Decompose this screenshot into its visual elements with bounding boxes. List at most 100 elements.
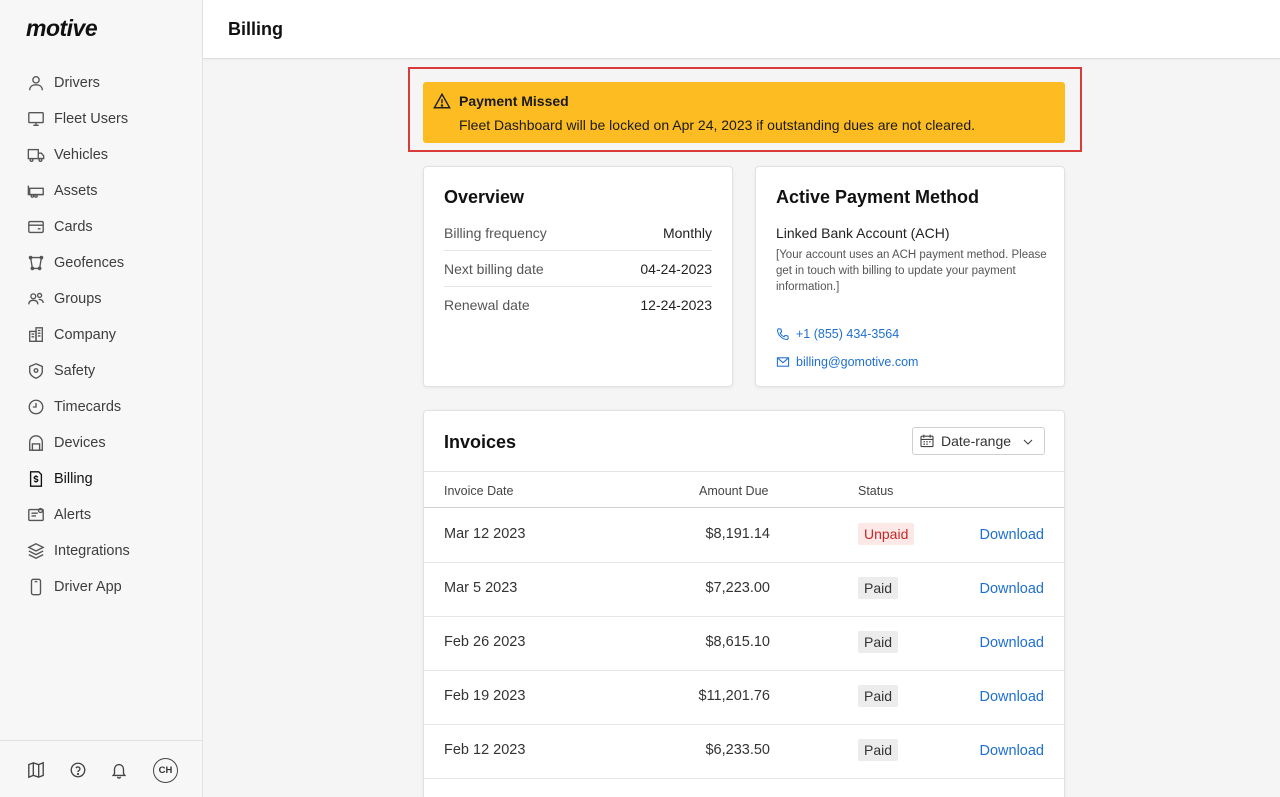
truck-icon [26, 145, 46, 165]
groups-icon [26, 289, 46, 309]
sidebar-item-assets[interactable]: Assets [0, 173, 203, 209]
map-icon[interactable] [26, 760, 46, 780]
sidebar-item-label: Drivers [54, 75, 100, 91]
sidebar-item-billing[interactable]: Billing [0, 461, 203, 497]
sidebar: motive Drivers Fleet Users Vehicles Asse… [0, 0, 203, 797]
motive-logo[interactable]: motive [26, 15, 98, 42]
calendar-icon [920, 434, 934, 448]
overview-row: Billing frequency Monthly [444, 215, 712, 251]
invoice-amount: $6,233.50 [705, 742, 770, 758]
download-link[interactable]: Download [980, 635, 1045, 651]
building-icon [26, 325, 46, 345]
overview-row: Renewal date 12-24-2023 [444, 287, 712, 323]
overview-row-value: Monthly [662, 225, 712, 241]
sidebar-item-label: Alerts [54, 507, 92, 523]
table-row: Feb 26 2023 $8,615.10 Paid Download [424, 617, 1064, 671]
overview-row: Next billing date 04-24-2023 [444, 251, 712, 287]
download-link[interactable]: Download [980, 581, 1045, 597]
download-link[interactable]: Download [980, 743, 1045, 759]
download-link[interactable]: Download [980, 689, 1045, 705]
payment-method-description: [Your account uses an ACH payment method… [776, 249, 1047, 293]
overview-row-value: 12-24-2023 [640, 297, 712, 313]
status-badge: Unpaid [858, 523, 915, 545]
billing-phone: +1 (855) 434-3564 [796, 327, 900, 341]
column-header-status[interactable]: Status [858, 484, 893, 498]
sidebar-item-label: Billing [54, 471, 93, 487]
table-row: Mar 5 2023 $7,223.00 Paid Download [424, 563, 1064, 617]
billing-email: billing@gomotive.com [796, 355, 919, 369]
invoices-card: Invoices Date-range Invoice Date Amount … [423, 410, 1065, 797]
sidebar-item-label: Groups [54, 291, 102, 307]
sidebar-item-timecards[interactable]: Timecards [0, 389, 203, 425]
billing-email-link[interactable]: billing@gomotive.com [776, 355, 918, 369]
sidebar-item-fleet-users[interactable]: Fleet Users [0, 101, 203, 137]
invoice-date: Mar 12 2023 [444, 526, 526, 542]
sidebar-item-geofences[interactable]: Geofences [0, 245, 203, 281]
overview-row-label: Billing frequency [444, 225, 547, 241]
payment-method-card: Active Payment Method Linked Bank Accoun… [755, 166, 1065, 387]
status-badge: Paid [858, 577, 899, 599]
invoice-amount: $11,201.76 [698, 688, 771, 704]
sidebar-item-safety[interactable]: Safety [0, 353, 203, 389]
sidebar-item-label: Safety [54, 363, 96, 379]
sidebar-item-vehicles[interactable]: Vehicles [0, 137, 203, 173]
sidebar-item-integrations[interactable]: Integrations [0, 533, 203, 569]
invoices-title: Invoices [444, 432, 517, 452]
phone-call-icon [777, 328, 789, 340]
status-badge: Paid [858, 631, 899, 653]
avatar[interactable]: CH [153, 758, 178, 783]
alert-message: Fleet Dashboard will be locked on Apr 24… [459, 117, 975, 133]
shield-icon [26, 361, 46, 381]
sidebar-item-label: Devices [54, 435, 106, 451]
sidebar-item-alerts[interactable]: Alerts [0, 497, 203, 533]
sidebar-item-cards[interactable]: Cards [0, 209, 203, 245]
overview-row-label: Next billing date [444, 261, 544, 277]
payment-method-title: Active Payment Method [776, 187, 980, 207]
sidebar-item-label: Fleet Users [54, 111, 129, 127]
sidebar-item-groups[interactable]: Groups [0, 281, 203, 317]
sidebar-item-drivers[interactable]: Drivers [0, 65, 203, 101]
payment-method-name: Linked Bank Account (ACH) [776, 225, 950, 241]
invoice-date: Feb 12 2023 [444, 742, 526, 758]
invoice-amount: $8,191.14 [705, 526, 770, 542]
sidebar-item-label: Vehicles [54, 147, 109, 163]
sidebar-item-devices[interactable]: Devices [0, 425, 203, 461]
bell-icon[interactable] [109, 760, 129, 780]
invoices-table-header: Invoice Date Amount Due Status [424, 471, 1064, 508]
sidebar-item-company[interactable]: Company [0, 317, 203, 353]
mail-icon [776, 357, 790, 367]
trailer-icon [26, 181, 46, 201]
warning-icon [433, 92, 451, 110]
invoice-date: Feb 26 2023 [444, 634, 526, 650]
sidebar-item-label: Driver App [54, 579, 122, 595]
page-header: Billing [203, 0, 1280, 59]
date-range-select[interactable]: Date-range [912, 427, 1045, 455]
alert-title: Payment Missed [459, 93, 569, 109]
billing-phone-link[interactable]: +1 (855) 434-3564 [776, 327, 899, 341]
table-row: Feb 12 2023 $6,233.50 Paid Download [424, 725, 1064, 779]
layers-icon [26, 541, 46, 561]
phone-icon [26, 577, 46, 597]
table-row: Feb 19 2023 $11,201.76 Paid Download [424, 671, 1064, 725]
sidebar-item-label: Timecards [54, 399, 122, 415]
table-row: Mar 12 2023 $8,191.14 Unpaid Download [424, 509, 1064, 563]
status-badge: Paid [858, 739, 899, 761]
overview-row-label: Renewal date [444, 297, 530, 313]
sidebar-nav: Drivers Fleet Users Vehicles Assets Card… [0, 65, 203, 605]
payment-missed-alert: Payment Missed Fleet Dashboard will be l… [423, 82, 1065, 143]
help-icon[interactable] [68, 760, 88, 780]
sidebar-item-driver-app[interactable]: Driver App [0, 569, 203, 605]
column-header-amount-due[interactable]: Amount Due [699, 484, 768, 498]
chevron-down-icon [1023, 439, 1033, 445]
download-link[interactable]: Download [980, 527, 1045, 543]
geofence-icon [26, 253, 46, 273]
card-icon [26, 217, 46, 237]
sidebar-item-label: Assets [54, 183, 98, 199]
device-icon [26, 433, 46, 453]
date-range-label: Date-range [941, 433, 1012, 449]
user-icon [26, 73, 46, 93]
invoice-amount: $8,615.10 [705, 634, 770, 650]
status-badge: Paid [858, 685, 899, 707]
column-header-invoice-date[interactable]: Invoice Date [444, 484, 513, 498]
sidebar-item-label: Integrations [54, 543, 130, 559]
